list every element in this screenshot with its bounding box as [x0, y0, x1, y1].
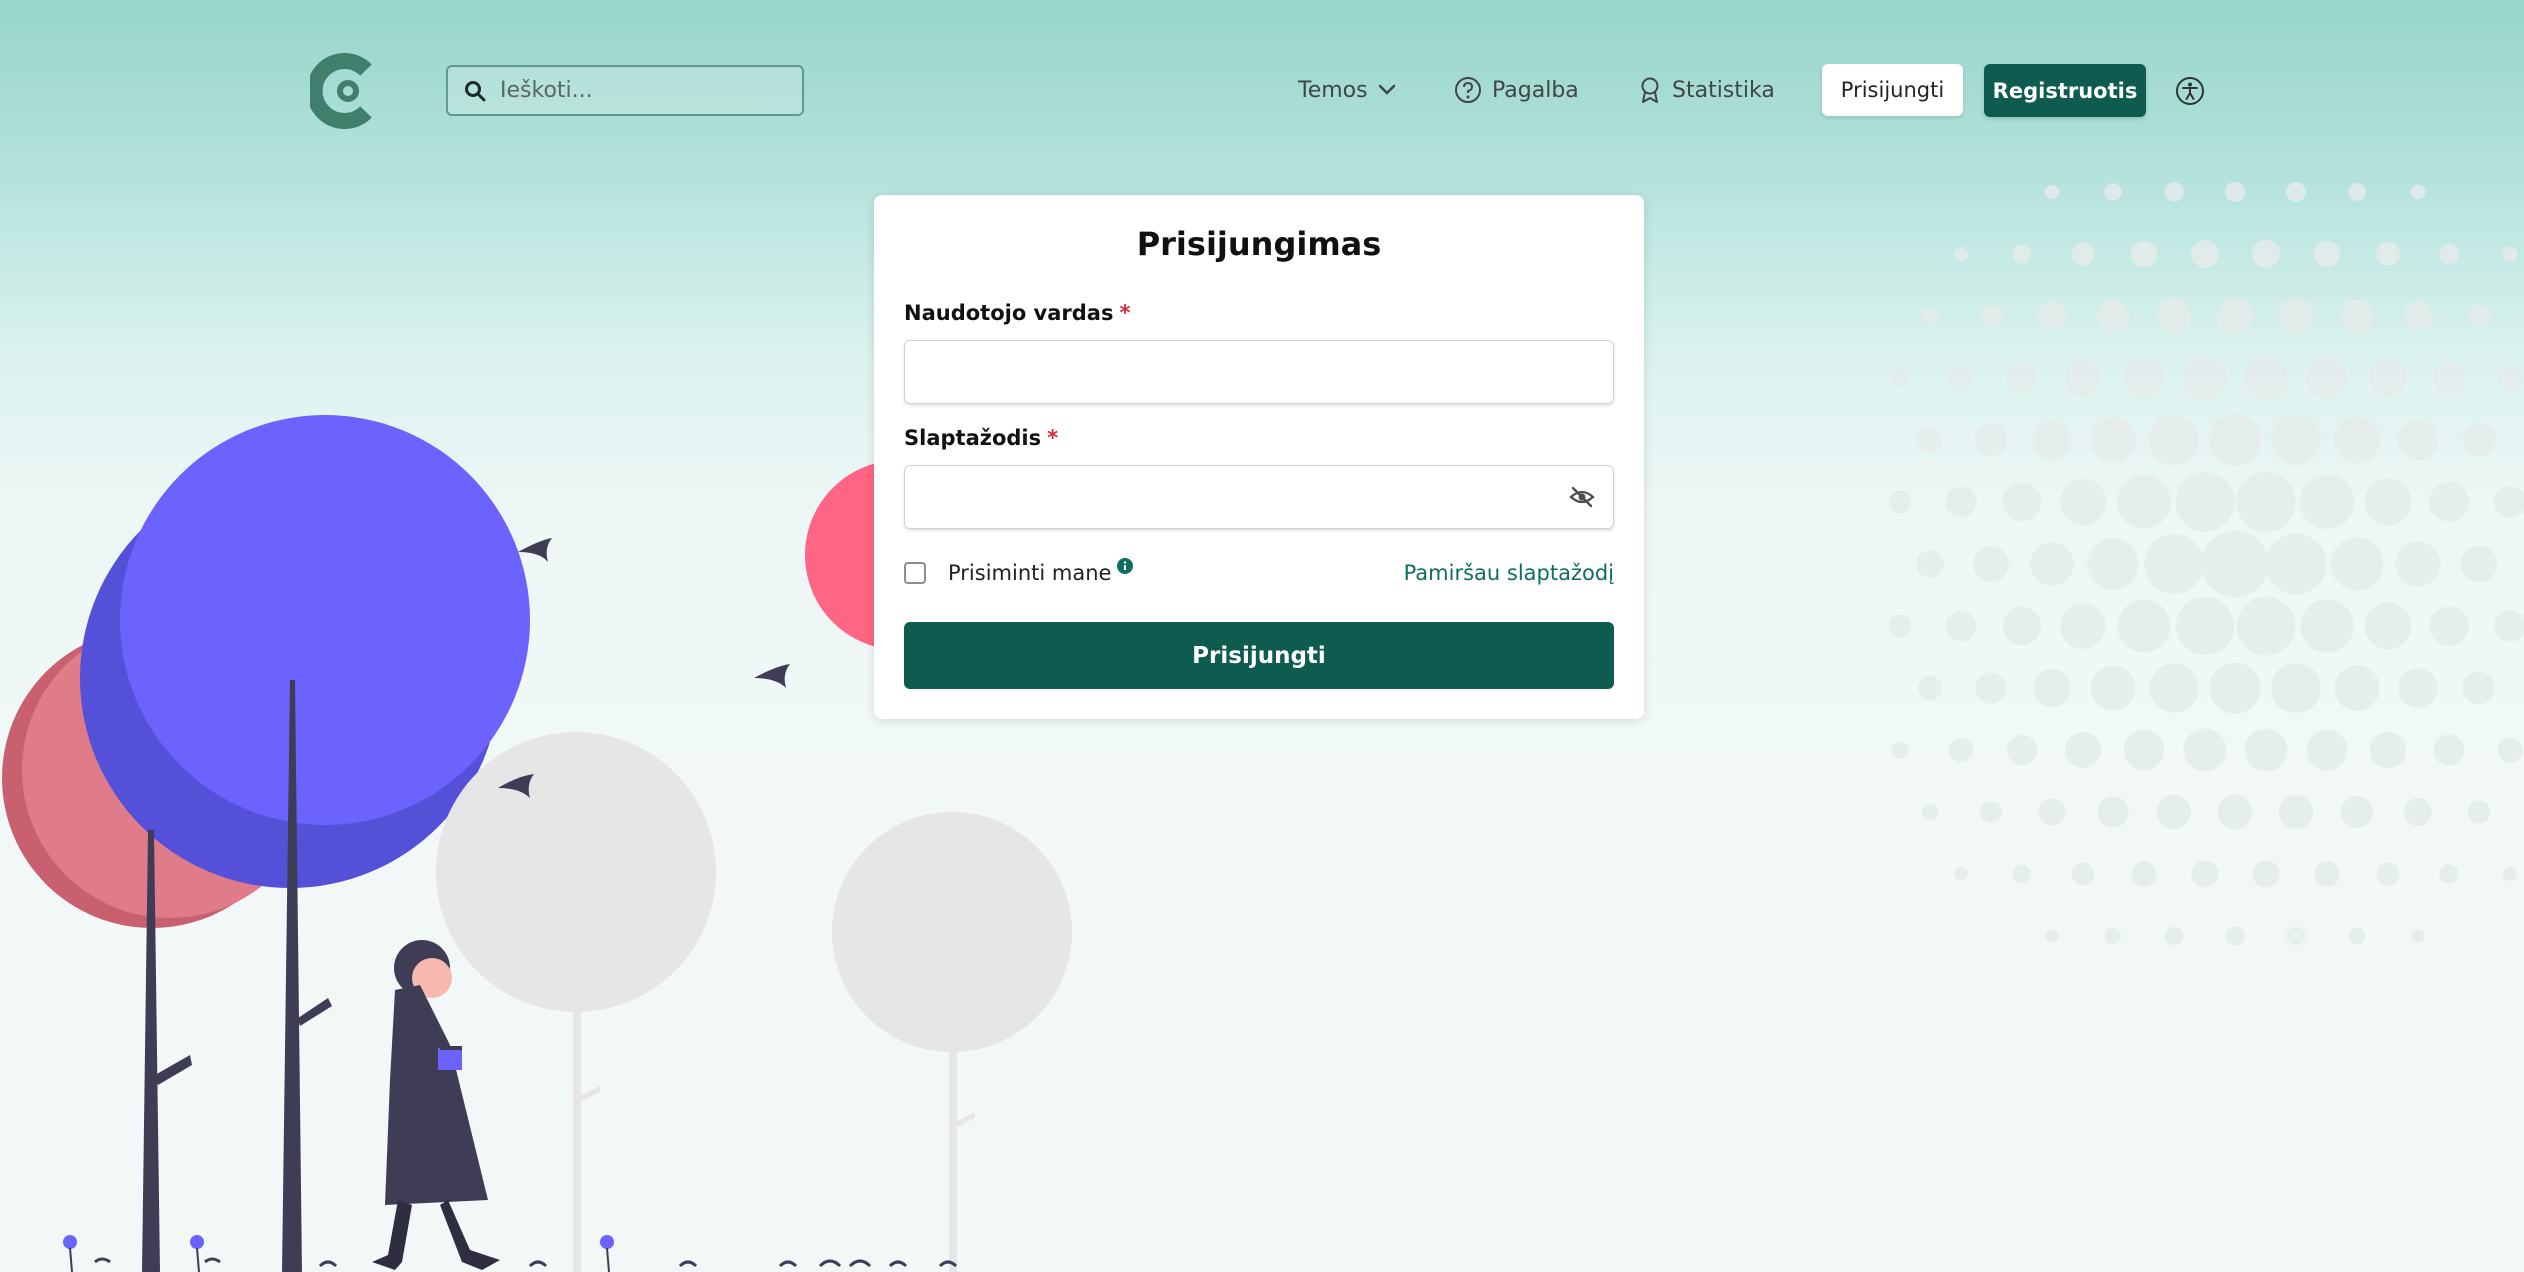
question-circle-icon [1455, 77, 1481, 103]
forgot-password-link[interactable]: Pamiršau slaptažodį [1404, 561, 1614, 585]
nav-statistics[interactable]: Statistika [1638, 64, 1775, 116]
search-input[interactable] [498, 77, 792, 104]
username-field[interactable] [904, 340, 1614, 404]
password-label: Slaptažodis * [904, 426, 1058, 450]
password-input[interactable] [919, 466, 1563, 528]
password-field[interactable] [904, 465, 1614, 529]
login-submit-button[interactable]: Prisijungti [904, 622, 1614, 689]
search-icon [465, 80, 486, 101]
nav-statistics-label: Statistika [1672, 77, 1775, 103]
nav-help[interactable]: Pagalba [1454, 64, 1579, 116]
username-label: Naudotojo vardas * [904, 301, 1130, 325]
info-icon[interactable] [1117, 558, 1134, 574]
accessibility-icon[interactable] [2175, 76, 2205, 106]
search-box[interactable] [446, 65, 804, 116]
app-logo[interactable] [310, 52, 380, 130]
remember-checkbox[interactable] [904, 562, 926, 584]
login-card: Prisijungimas Naudotojo vardas * Slaptažo… [874, 195, 1644, 719]
password-label-text: Slaptažodis [904, 426, 1042, 450]
username-label-text: Naudotojo vardas [904, 301, 1114, 325]
header-register-button[interactable]: Registruotis [1984, 64, 2146, 117]
required-marker: * [1047, 426, 1059, 450]
remember-me[interactable]: Prisiminti mane [904, 558, 1134, 585]
required-marker: * [1119, 301, 1131, 325]
nav-help-label: Pagalba [1492, 77, 1579, 103]
page-root: Temos Pagalba Statistika Prisijungti Reg… [0, 0, 2524, 1272]
login-title: Prisijungimas [1136, 225, 1382, 263]
header-login-button[interactable]: Prisijungti [1822, 64, 1963, 116]
nav-topics[interactable]: Temos [1298, 64, 1396, 116]
award-icon [1641, 77, 1659, 103]
chevron-down-icon [1378, 84, 1395, 95]
nav-topics-label: Temos [1298, 77, 1368, 103]
username-input[interactable] [919, 341, 1563, 403]
remember-label: Prisiminti mane [948, 561, 1112, 585]
eye-slash-icon[interactable] [1569, 486, 1595, 508]
